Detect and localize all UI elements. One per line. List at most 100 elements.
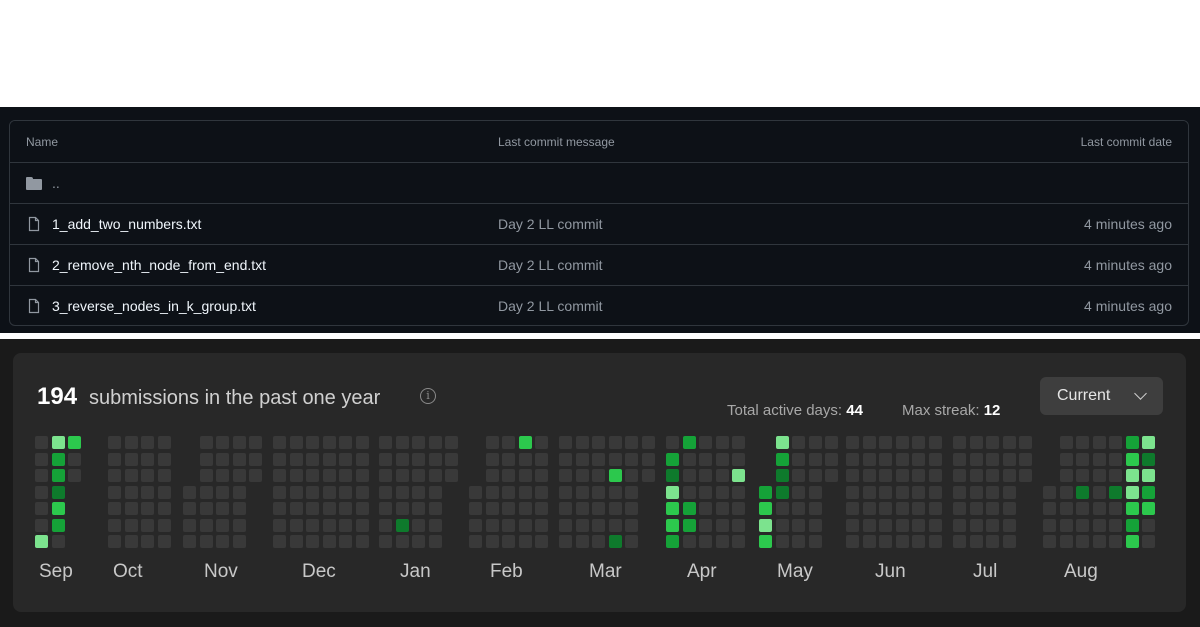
heatmap-cell[interactable] [1002, 485, 1016, 499]
commit-message-link[interactable]: Day 2 LL commit [498, 216, 603, 232]
heatmap-cell[interactable] [912, 535, 925, 548]
heatmap-cell[interactable] [469, 485, 482, 499]
heatmap-cell[interactable] [969, 436, 983, 449]
heatmap-cell[interactable] [1059, 535, 1073, 548]
heatmap-cell[interactable] [1043, 485, 1056, 499]
heatmap-cell[interactable] [124, 485, 138, 499]
heatmap-cell[interactable] [289, 485, 303, 499]
heatmap-cell[interactable] [608, 502, 622, 515]
heatmap-cell[interactable] [249, 452, 262, 466]
heatmap-cell[interactable] [862, 469, 876, 482]
heatmap-cell[interactable] [715, 485, 729, 499]
heatmap-cell[interactable] [862, 436, 876, 449]
heatmap-cell[interactable] [289, 436, 303, 449]
parent-dir-link[interactable]: .. [52, 175, 60, 191]
heatmap-cell[interactable] [322, 469, 336, 482]
heatmap-cell-active[interactable] [1125, 469, 1139, 482]
heatmap-cell[interactable] [518, 485, 532, 499]
heatmap-cell[interactable] [339, 485, 352, 499]
heatmap-cell[interactable] [124, 469, 138, 482]
heatmap-cell[interactable] [35, 469, 48, 482]
heatmap-cell-active[interactable] [51, 436, 65, 449]
heatmap-cell[interactable] [953, 452, 966, 466]
heatmap-cell[interactable] [216, 485, 229, 499]
heatmap-cell[interactable] [592, 469, 605, 482]
file-name-link[interactable]: 1_add_two_numbers.txt [52, 216, 201, 232]
heatmap-cell[interactable] [306, 452, 319, 466]
heatmap-cell[interactable] [485, 535, 499, 548]
heatmap-cell[interactable] [1109, 469, 1122, 482]
heatmap-cell[interactable] [732, 535, 745, 548]
heatmap-cell[interactable] [428, 485, 442, 499]
heatmap-cell[interactable] [1142, 535, 1155, 548]
heatmap-cell[interactable] [1076, 535, 1089, 548]
heatmap-cell[interactable] [625, 535, 638, 548]
heatmap-cell[interactable] [559, 535, 572, 548]
table-row[interactable]: 1_add_two_numbers.txt Day 2 LL commit 4 … [10, 203, 1188, 244]
heatmap-cell[interactable] [518, 502, 532, 515]
heatmap-cell[interactable] [141, 485, 154, 499]
heatmap-cell[interactable] [732, 452, 745, 466]
heatmap-cell[interactable] [199, 485, 213, 499]
heatmap-cell[interactable] [1002, 469, 1016, 482]
heatmap-cell[interactable] [355, 518, 369, 532]
heatmap-cell[interactable] [273, 535, 286, 548]
heatmap-cell[interactable] [715, 436, 729, 449]
heatmap-cell[interactable] [289, 452, 303, 466]
heatmap-cell[interactable] [808, 518, 822, 532]
heatmap-cell[interactable] [1092, 518, 1106, 532]
heatmap-cell[interactable] [641, 452, 655, 466]
heatmap-cell-active[interactable] [1125, 535, 1139, 548]
table-row-parent-dir[interactable]: .. [10, 162, 1188, 203]
heatmap-cell[interactable] [682, 535, 696, 548]
heatmap-cell[interactable] [1019, 469, 1032, 482]
heatmap-cell[interactable] [699, 518, 712, 532]
heatmap-cell[interactable] [846, 535, 859, 548]
heatmap-cell[interactable] [141, 535, 154, 548]
heatmap-cell[interactable] [273, 469, 286, 482]
heatmap-cell[interactable] [792, 535, 805, 548]
heatmap-cell[interactable] [108, 502, 121, 515]
heatmap-cell[interactable] [535, 436, 548, 449]
heatmap-cell[interactable] [953, 518, 966, 532]
file-name-link[interactable]: 3_reverse_nodes_in_k_group.txt [52, 298, 256, 314]
heatmap-cell[interactable] [912, 485, 925, 499]
heatmap-cell[interactable] [825, 452, 838, 466]
heatmap-cell[interactable] [862, 535, 876, 548]
heatmap-cell[interactable] [157, 485, 171, 499]
heatmap-cell[interactable] [862, 518, 876, 532]
heatmap-cell[interactable] [124, 518, 138, 532]
heatmap-cell[interactable] [1059, 469, 1073, 482]
heatmap-cell[interactable] [1059, 502, 1073, 515]
heatmap-cell[interactable] [715, 518, 729, 532]
heatmap-cell[interactable] [428, 436, 442, 449]
heatmap-cell[interactable] [273, 502, 286, 515]
heatmap-cell[interactable] [379, 518, 392, 532]
heatmap-cell[interactable] [355, 469, 369, 482]
heatmap-cell[interactable] [216, 518, 229, 532]
heatmap-cell[interactable] [339, 535, 352, 548]
commit-message-link[interactable]: Day 2 LL commit [498, 298, 603, 314]
heatmap-cell[interactable] [1092, 485, 1106, 499]
heatmap-cell[interactable] [124, 502, 138, 515]
heatmap-cell[interactable] [1059, 485, 1073, 499]
heatmap-cell[interactable] [395, 452, 409, 466]
heatmap-cell[interactable] [273, 485, 286, 499]
heatmap-cell[interactable] [928, 535, 942, 548]
heatmap-cell[interactable] [502, 469, 515, 482]
heatmap-cell[interactable] [846, 469, 859, 482]
heatmap-cell[interactable] [518, 518, 532, 532]
heatmap-cell-active[interactable] [775, 485, 789, 499]
heatmap-cell[interactable] [641, 469, 655, 482]
heatmap-cell[interactable] [1092, 535, 1106, 548]
heatmap-cell[interactable] [986, 502, 999, 515]
heatmap-cell[interactable] [879, 452, 892, 466]
heatmap-cell[interactable] [775, 518, 789, 532]
heatmap-cell[interactable] [395, 485, 409, 499]
heatmap-cell[interactable] [862, 502, 876, 515]
heatmap-cell[interactable] [715, 535, 729, 548]
heatmap-cell[interactable] [108, 518, 121, 532]
heatmap-cell[interactable] [1019, 436, 1032, 449]
heatmap-cell[interactable] [625, 502, 638, 515]
heatmap-cell[interactable] [775, 535, 789, 548]
